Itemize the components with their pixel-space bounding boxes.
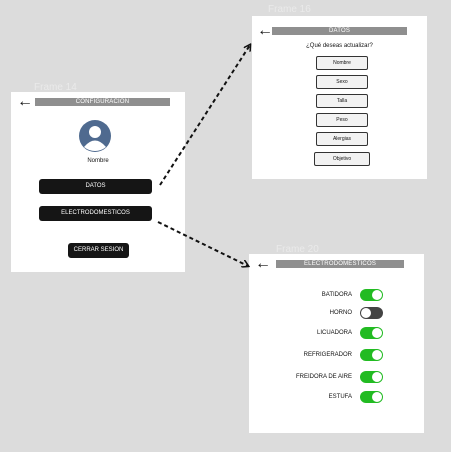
flow-arrows xyxy=(157,0,451,452)
arrow-to-electro xyxy=(157,221,248,266)
arrow-to-datos xyxy=(159,45,250,186)
